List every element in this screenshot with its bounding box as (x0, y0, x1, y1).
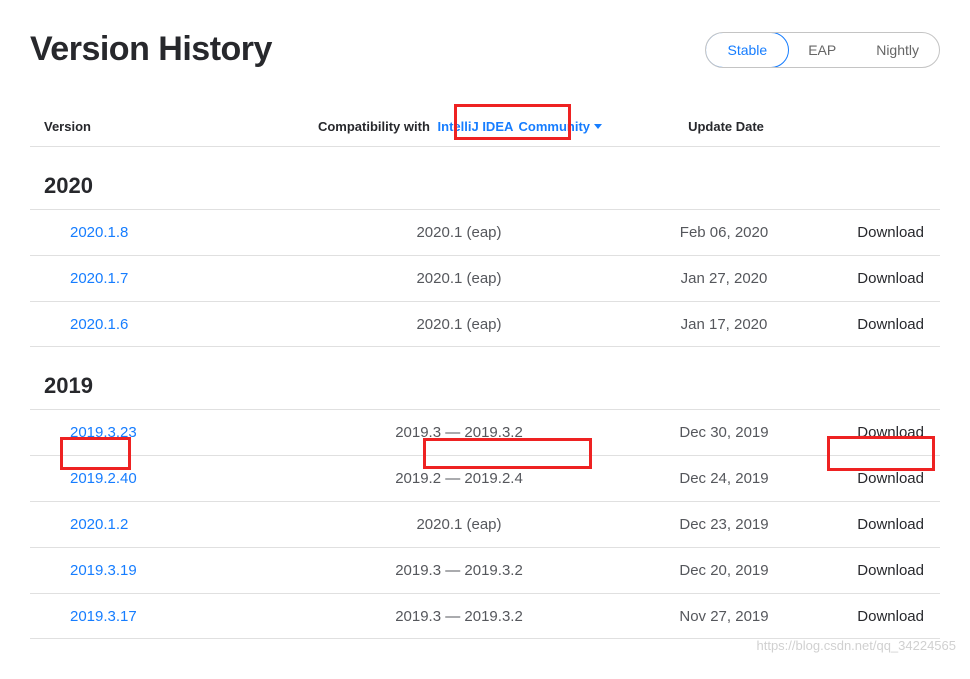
date-cell: Jan 17, 2020 (634, 316, 814, 333)
table-row: 2020.1.8 2020.1 (eap) Feb 06, 2020 Downl… (30, 209, 940, 255)
date-cell: Dec 24, 2019 (634, 470, 814, 487)
chevron-down-icon (594, 124, 602, 129)
table-row: 2019.2.40 2019.2 — 2019.2.4 Dec 24, 2019… (30, 455, 940, 501)
compat-cell: 2019.3 — 2019.3.2 (284, 562, 634, 579)
compat-ide-link[interactable]: IntelliJ IDEA (438, 119, 513, 134)
version-link[interactable]: 2019.3.17 (70, 608, 284, 625)
channel-tab-eap[interactable]: EAP (788, 33, 856, 67)
date-cell: Feb 06, 2020 (634, 224, 814, 241)
column-header-date: Update Date (636, 119, 816, 134)
download-button[interactable]: Download (814, 608, 924, 625)
version-link[interactable]: 2019.3.23 (70, 424, 284, 441)
table-row: 2019.3.19 2019.3 — 2019.3.2 Dec 20, 2019… (30, 547, 940, 593)
compat-cell: 2019.3 — 2019.3.2 (284, 608, 634, 625)
year-heading: 2019 (30, 347, 940, 409)
year-heading: 2020 (30, 147, 940, 209)
compat-dropdown-label: Community (519, 119, 591, 134)
compat-cell: 2019.3 — 2019.3.2 (284, 424, 634, 441)
table-row: 2020.1.2 2020.1 (eap) Dec 23, 2019 Downl… (30, 501, 940, 547)
table-row: 2019.3.23 2019.3 — 2019.3.2 Dec 30, 2019… (30, 409, 940, 455)
download-button[interactable]: Download (814, 470, 924, 487)
table-header-row: Version Compatibility with IntelliJ IDEA… (30, 119, 940, 147)
version-link[interactable]: 2020.1.8 (70, 224, 284, 241)
compat-cell: 2020.1 (eap) (284, 224, 634, 241)
column-header-compat: Compatibility with IntelliJ IDEA Communi… (284, 119, 636, 134)
channel-tabs: Stable EAP Nightly (705, 32, 940, 68)
compat-label: Compatibility with (318, 119, 430, 134)
version-link[interactable]: 2020.1.2 (70, 516, 284, 533)
column-header-version: Version (44, 119, 284, 134)
download-button[interactable]: Download (814, 516, 924, 533)
year-group: 2019 2019.3.23 2019.3 — 2019.3.2 Dec 30,… (30, 347, 940, 639)
compat-cell: 2020.1 (eap) (284, 270, 634, 287)
download-button[interactable]: Download (814, 224, 924, 241)
compat-edition-dropdown[interactable]: Community (519, 119, 603, 134)
page-title: Version History (30, 30, 272, 69)
date-cell: Jan 27, 2020 (634, 270, 814, 287)
download-button[interactable]: Download (814, 270, 924, 287)
version-link[interactable]: 2020.1.7 (70, 270, 284, 287)
table-row: 2019.3.17 2019.3 — 2019.3.2 Nov 27, 2019… (30, 593, 940, 639)
channel-tab-nightly[interactable]: Nightly (856, 33, 939, 67)
table-row: 2020.1.6 2020.1 (eap) Jan 17, 2020 Downl… (30, 301, 940, 347)
date-cell: Dec 23, 2019 (634, 516, 814, 533)
channel-tab-stable[interactable]: Stable (705, 32, 789, 68)
version-link[interactable]: 2019.3.19 (70, 562, 284, 579)
download-button[interactable]: Download (814, 316, 924, 333)
download-button[interactable]: Download (814, 562, 924, 579)
version-link[interactable]: 2020.1.6 (70, 316, 284, 333)
date-cell: Nov 27, 2019 (634, 608, 814, 625)
download-button[interactable]: Download (814, 424, 924, 441)
date-cell: Dec 30, 2019 (634, 424, 814, 441)
compat-cell: 2020.1 (eap) (284, 516, 634, 533)
compat-cell: 2020.1 (eap) (284, 316, 634, 333)
compat-cell: 2019.2 — 2019.2.4 (284, 470, 634, 487)
watermark: https://blog.csdn.net/qq_34224565 (757, 638, 957, 653)
table-row: 2020.1.7 2020.1 (eap) Jan 27, 2020 Downl… (30, 255, 940, 301)
version-link[interactable]: 2019.2.40 (70, 470, 284, 487)
date-cell: Dec 20, 2019 (634, 562, 814, 579)
year-group: 2020 2020.1.8 2020.1 (eap) Feb 06, 2020 … (30, 147, 940, 347)
